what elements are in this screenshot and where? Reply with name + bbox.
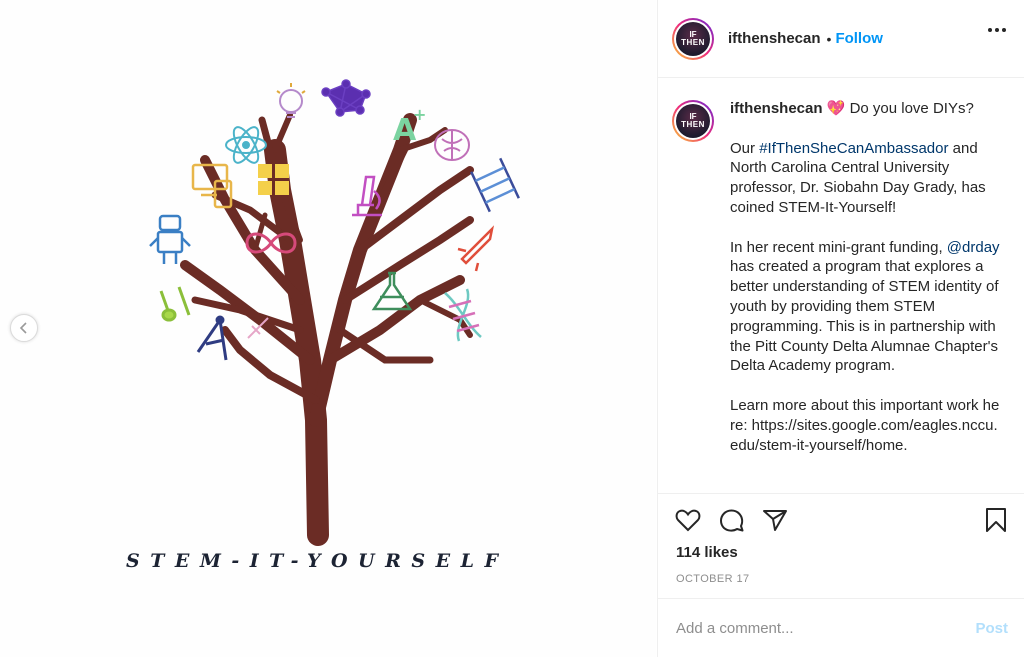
bookmark-icon[interactable] (982, 506, 1010, 534)
brain-icon (434, 129, 470, 161)
mention-link[interactable]: @drday (947, 239, 1000, 256)
action-bar: 114 likes OCTOBER 17 (658, 493, 1024, 597)
header-username[interactable]: ifthenshecan (728, 30, 821, 47)
separator-dot: • (826, 30, 832, 47)
post-header: IF THEN ifthenshecan • Follow (658, 0, 1024, 78)
avatar-text: THEN (681, 37, 705, 47)
chevron-left-icon (19, 322, 27, 334)
post-image[interactable]: A + STEM-IT-YOURSELF (0, 0, 656, 657)
caption-text-span: has created a program that explores a be… (730, 258, 999, 375)
rocket-icon (457, 225, 495, 272)
caption-comment: IF THEN ifthenshecan 💖 Do you love DIYs?… (672, 99, 1010, 475)
hashtag-link[interactable]: #IfThenSheCanAmbassador (759, 140, 948, 157)
likes-count[interactable]: 114 likes (676, 544, 738, 561)
more-horizontal-icon[interactable] (988, 28, 1006, 32)
caption-paragraph-2: In her recent mini-grant funding, @drday… (730, 238, 1000, 377)
post-date[interactable]: OCTOBER 17 (676, 573, 750, 585)
atom-icon (225, 126, 267, 164)
abacus-icon (470, 157, 520, 213)
caption-text-span: In her recent mini-grant funding, (730, 238, 947, 256)
heart-icon[interactable] (674, 506, 702, 534)
caption-line1: Do you love DIYs? (849, 100, 974, 117)
avatar[interactable]: IF THEN (672, 17, 714, 60)
network-icon (321, 79, 371, 117)
avatar[interactable]: IF THEN (672, 100, 714, 142)
caption-area: IF THEN ifthenshecan 💖 Do you love DIYs?… (658, 79, 1024, 493)
avatar-text: THEN (681, 120, 705, 129)
follow-button[interactable]: Follow (835, 30, 883, 47)
robot-icon (149, 214, 191, 264)
post-button[interactable]: Post (975, 620, 1008, 637)
caption-paragraph-1: Our #IfThenSheCanAmbassador and North Ca… (730, 139, 1000, 218)
post-sidebar: IF THEN ifthenshecan • Follow IF THEN if… (657, 0, 1024, 657)
comment-input[interactable] (676, 619, 976, 637)
caption-username[interactable]: ifthenshecan (730, 100, 823, 117)
caption-paragraph-3: Learn more about this important work her… (730, 396, 1000, 454)
test-tubes-icon (159, 286, 191, 322)
caption-text: ifthenshecan 💖 Do you love DIYs? Our #If… (730, 99, 1000, 475)
svg-text:+: + (413, 105, 426, 124)
previous-button[interactable] (10, 314, 38, 342)
artwork-title: STEM-IT-YOURSELF (126, 550, 509, 572)
lightbulb-icon (276, 83, 306, 118)
share-icon[interactable] (761, 506, 789, 534)
heart-emoji: 💖 (826, 100, 846, 117)
compass-icon (196, 315, 228, 361)
comment-composer: Post (658, 598, 1024, 657)
comment-icon[interactable] (718, 506, 746, 534)
caption-text-span: Our (730, 139, 760, 157)
